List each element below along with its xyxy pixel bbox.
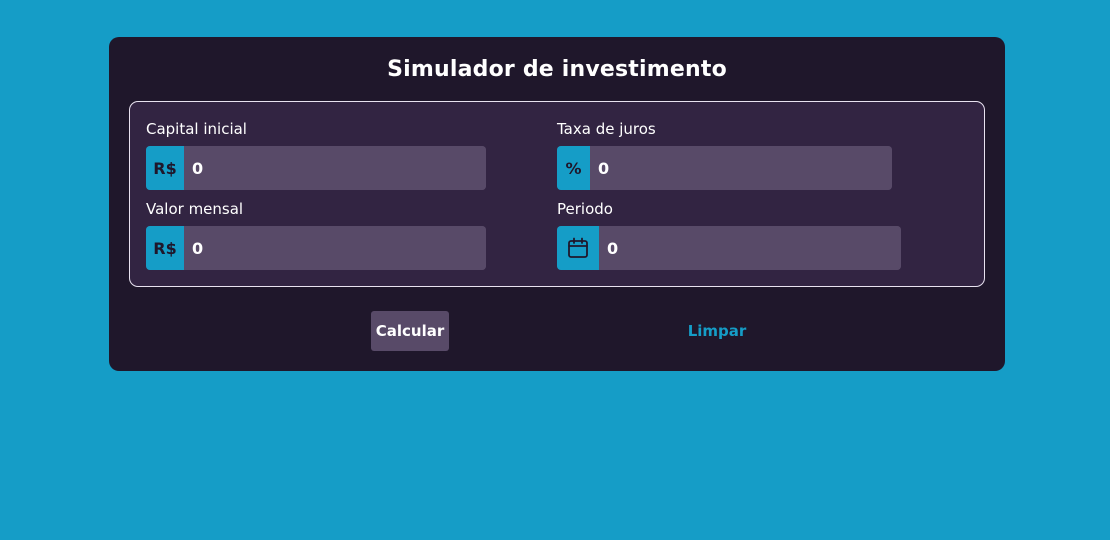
taxa-de-juros-field: Taxa de juros % — [557, 120, 892, 190]
capital-inicial-label: Capital inicial — [146, 120, 247, 138]
taxa-de-juros-label: Taxa de juros — [557, 120, 656, 138]
periodo-label: Periodo — [557, 200, 613, 218]
taxa-de-juros-input-group: % — [557, 146, 892, 190]
percent-prefix: % — [557, 146, 590, 190]
simulator-card: Simulador de investimento Capital inicia… — [109, 37, 1005, 371]
capital-inicial-input-group: R$ — [146, 146, 486, 190]
valor-mensal-input[interactable] — [184, 226, 486, 270]
currency-prefix: R$ — [146, 146, 184, 190]
capital-inicial-field: Capital inicial R$ — [146, 120, 486, 190]
valor-mensal-input-group: R$ — [146, 226, 486, 270]
periodo-field: Periodo — [557, 200, 901, 270]
calendar-icon — [557, 226, 599, 270]
taxa-de-juros-input[interactable] — [590, 146, 892, 190]
valor-mensal-field: Valor mensal R$ — [146, 200, 486, 270]
currency-prefix: R$ — [146, 226, 184, 270]
input-panel: Capital inicial R$ Taxa de juros % Valor… — [129, 101, 985, 287]
page-title: Simulador de investimento — [387, 57, 727, 82]
limpar-button[interactable]: Limpar — [681, 311, 753, 351]
valor-mensal-label: Valor mensal — [146, 200, 244, 218]
calcular-button[interactable]: Calcular — [371, 311, 449, 351]
periodo-input[interactable] — [599, 226, 901, 270]
capital-inicial-input[interactable] — [184, 146, 486, 190]
periodo-input-group — [557, 226, 901, 270]
